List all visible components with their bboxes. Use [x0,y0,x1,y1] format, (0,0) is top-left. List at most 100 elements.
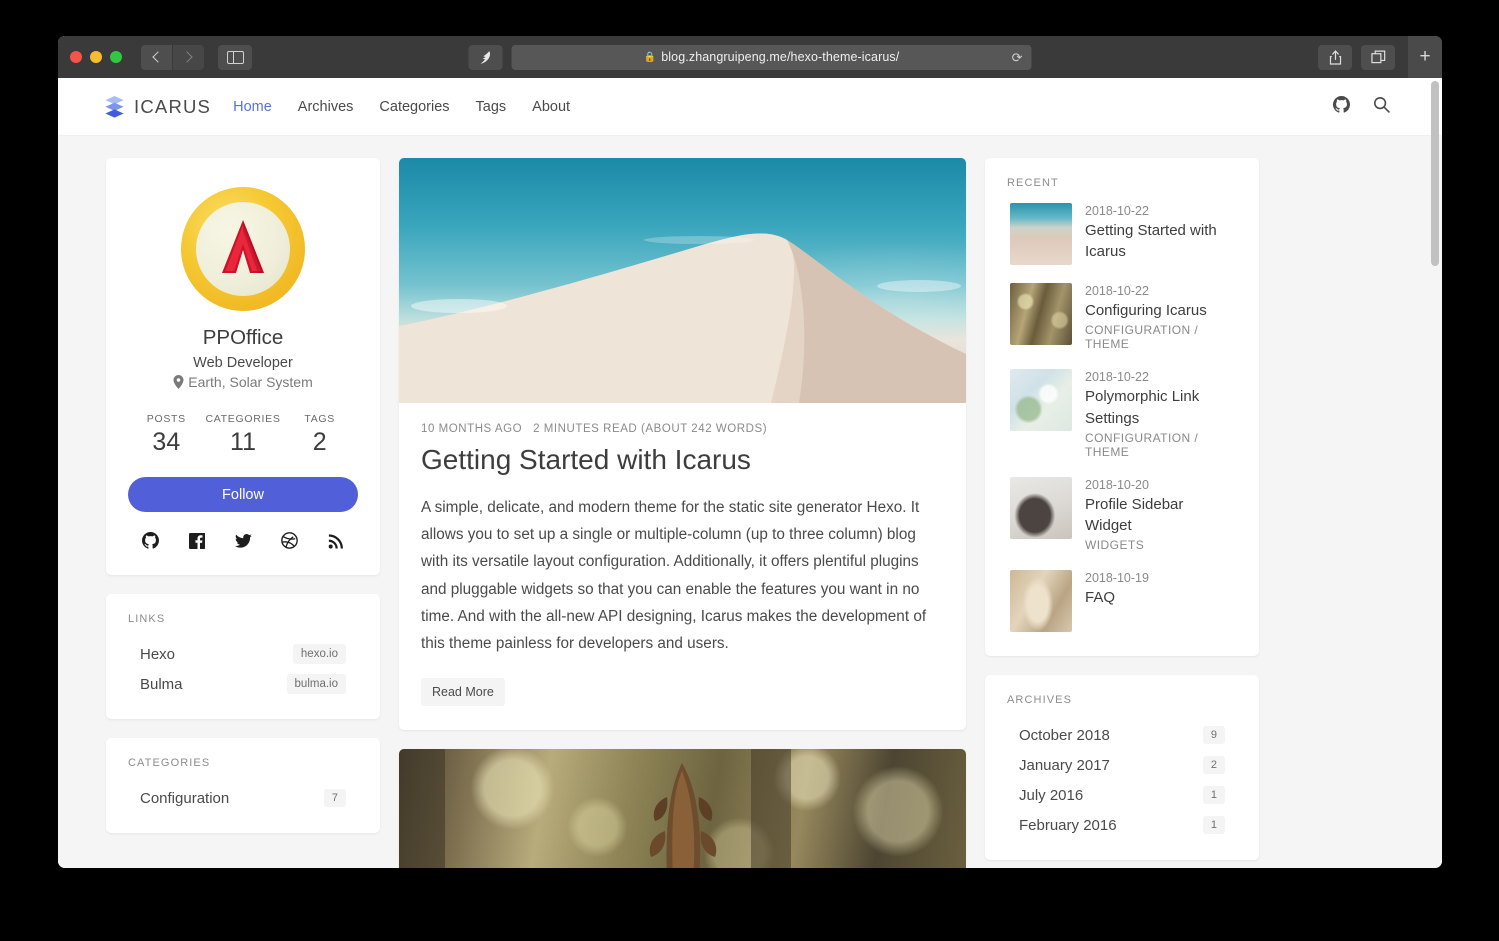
recent-item-date: 2018-10-22 [1085,204,1149,218]
category-item-count: 7 [323,789,346,807]
archives-widget: ARCHIVES October 2018 9 January 2017 2 J… [985,675,1259,861]
reload-button[interactable]: ⟳ [1012,51,1023,64]
archive-item-name: February 2016 [1019,816,1117,834]
stat-categories[interactable]: CATEGORIES 11 [205,413,282,457]
recent-item[interactable]: 2018-10-20 Profile Sidebar Widget WIDGET… [1007,476,1237,553]
archive-item-name: July 2016 [1019,786,1084,804]
recent-item-title: Polymorphic Link Settings [1085,388,1200,427]
recent-item-title: Getting Started with Icarus [1085,222,1217,261]
recent-item[interactable]: 2018-10-22 Configuring Icarus CONFIGURAT… [1007,283,1237,351]
sidebar-toggle-button[interactable] [218,44,252,70]
maximize-window-button[interactable] [110,51,122,63]
dribbble-icon [281,532,299,549]
close-window-button[interactable] [70,51,82,63]
social-github-link[interactable] [142,532,159,549]
recent-item-categories: WIDGETS [1085,538,1145,553]
social-rss-link[interactable] [328,532,344,549]
brand-text: ICARUS [134,95,212,117]
github-link[interactable] [1333,95,1350,118]
scrollbar-thumb[interactable] [1431,81,1439,266]
pine-cone-photo[interactable] [399,749,966,868]
category-item-configuration[interactable]: Configuration 7 [128,783,358,813]
archive-item-february-2016[interactable]: February 2016 1 [1007,810,1237,840]
read-more-button[interactable]: Read More [421,678,505,707]
statue-thumb [1010,570,1072,633]
stat-tags-label: TAGS [304,413,335,425]
article-card: 10 MONTHS AGO 2 MINUTES READ (ABOUT 242 … [399,158,966,731]
search-button[interactable] [1373,96,1390,118]
rss-icon [328,534,343,549]
reader-bird-button[interactable] [468,44,503,70]
minimize-window-button[interactable] [90,51,102,63]
site-brand[interactable]: ICARUS [104,95,211,119]
avatar [181,187,305,311]
nav-link-home[interactable]: Home [233,99,272,115]
site-navbar: ICARUS Home Archives Categories Tags Abo… [58,78,1442,136]
categories-widget-title: CATEGORIES [128,757,211,769]
tab-overview-button[interactable] [1361,44,1395,70]
recent-item[interactable]: 2018-10-19 FAQ [1007,570,1237,633]
link-item-name: Hexo [140,645,176,663]
stat-categories-label: CATEGORIES [205,413,281,425]
stat-categories-value: 11 [230,428,256,456]
recent-item[interactable]: 2018-10-22 Polymorphic Link Settings CON… [1007,369,1237,459]
recent-item-categories: CONFIGURATION / THEME [1085,323,1199,352]
stat-posts[interactable]: POSTS 34 [128,413,205,457]
link-item-bulma[interactable]: Bulma bulma.io [128,669,358,699]
archive-item-count: 2 [1202,756,1225,775]
social-facebook-link[interactable] [188,532,205,549]
archive-item-name: January 2017 [1019,756,1110,774]
nav-actions [1333,95,1390,118]
toolbar-right: + [1318,36,1442,78]
github-icon [142,532,159,549]
archive-item-count: 1 [1202,816,1225,835]
profile-location-text: Earth, Solar System [188,374,313,390]
pine-cone-thumb [1010,283,1072,345]
nav-link-about[interactable]: About [532,99,570,115]
links-widget-title: LINKS [128,613,166,625]
nav-link-archives[interactable]: Archives [298,99,354,115]
new-tab-button[interactable]: + [1408,36,1442,78]
recent-widget-title: RECENT [1007,177,1059,189]
nav-link-tags[interactable]: Tags [476,99,507,115]
browser-window: 🔒 blog.zhangruipeng.me/hexo-theme-icarus… [58,36,1442,868]
address-bar[interactable]: 🔒 blog.zhangruipeng.me/hexo-theme-icarus… [511,44,1032,70]
recent-item-categories: CONFIGURATION / THEME [1085,430,1199,459]
archive-item-name: October 2018 [1019,726,1110,744]
article-readtime: 2 MINUTES READ (ABOUT 242 WORDS) [533,423,768,435]
article-meta: 10 MONTHS AGO 2 MINUTES READ (ABOUT 242 … [399,403,966,435]
facebook-icon [188,532,205,549]
link-item-name: Bulma [140,675,183,693]
recent-item[interactable]: 2018-10-22 Getting Started with Icarus [1007,203,1237,265]
stat-tags[interactable]: TAGS 2 [281,413,358,457]
follow-button[interactable]: Follow [128,477,358,512]
recent-item-date: 2018-10-19 [1085,571,1149,586]
forward-button[interactable] [173,44,204,70]
back-button[interactable] [141,44,172,70]
sand-dune-photo[interactable] [399,158,966,403]
archive-item-july-2016[interactable]: July 2016 1 [1007,780,1237,810]
nav-link-categories[interactable]: Categories [379,99,449,115]
sidebar-toggle-icon [226,50,244,64]
left-sidebar: PPOffice Web Developer Earth, Solar Syst… [106,158,380,852]
right-sidebar: RECENT 2018-10-22 Getting Started with I… [985,158,1259,868]
nav-links: Home Archives Categories Tags About [233,99,570,115]
share-button[interactable] [1318,44,1352,70]
url-value: blog.zhangruipeng.me/hexo-theme-icarus/ [661,50,900,64]
window-traffic-lights [70,51,122,63]
archive-item-count: 9 [1202,726,1225,745]
stat-posts-label: POSTS [146,413,186,425]
article-excerpt: A simple, delicate, and modern theme for… [421,499,927,653]
archive-item-january-2017[interactable]: January 2017 2 [1007,750,1237,780]
archive-item-october-2018[interactable]: October 2018 9 [1007,720,1237,750]
social-twitter-link[interactable] [234,532,252,549]
profile-stats: POSTS 34 CATEGORIES 11 TAGS 2 [128,413,358,457]
article-title[interactable]: Getting Started with Icarus [399,435,966,477]
recent-item-title: FAQ [1085,589,1116,607]
twitter-icon [234,533,252,548]
archive-item-count: 1 [1202,786,1225,805]
social-dribbble-link[interactable] [281,532,299,549]
link-item-hexo[interactable]: Hexo hexo.io [128,639,358,669]
page-scrollbar[interactable] [1431,81,1439,865]
stat-posts-value: 34 [152,428,181,456]
